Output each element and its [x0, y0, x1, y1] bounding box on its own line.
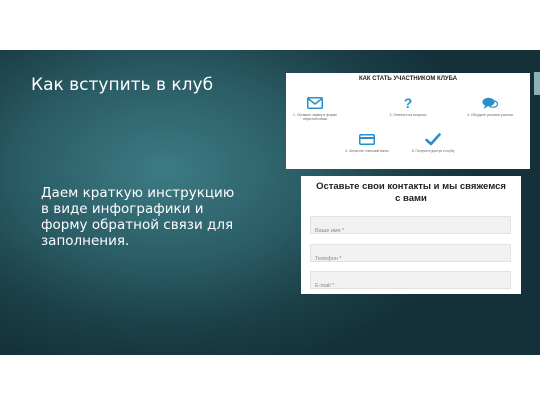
- checkmark-icon: [404, 131, 462, 147]
- name-field-wrap: [310, 216, 511, 239]
- phone-input[interactable]: [311, 251, 510, 267]
- envelope-icon: [286, 95, 344, 111]
- form-heading: Оставьте свои контакты и мы свяжемся с в…: [301, 181, 521, 205]
- email-input[interactable]: [311, 278, 510, 294]
- infographic-step-2: ? 2. Ответьте на вопросы: [379, 95, 437, 117]
- accent-bar: [534, 72, 540, 95]
- infographic-step-4: 4. Оплатите членский взнос: [338, 131, 396, 153]
- name-input[interactable]: [311, 223, 510, 239]
- infographic-step-1: 1. Оставьте заявку в форме обратной связ…: [286, 95, 344, 121]
- email-field-wrap: [310, 271, 511, 294]
- step-caption: 3. Обсудите условия участия: [467, 113, 513, 117]
- infographic-step-5: 5. Получите доступ к клубу: [404, 131, 462, 153]
- infographic-panel: КАК СТАТЬ УЧАСТНИКОМ КЛУБА 1. Оставьте з…: [286, 73, 530, 169]
- card-icon: [338, 131, 396, 147]
- infographic-step-3: 3. Обсудите условия участия: [461, 95, 519, 117]
- step-caption: 1. Оставьте заявку в форме обратной связ…: [293, 113, 337, 121]
- contact-form: Оставьте свои контакты и мы свяжемся с в…: [301, 176, 521, 294]
- chat-icon: [461, 95, 519, 111]
- form-heading-line-1: Оставьте свои контакты и мы свяжемся: [316, 181, 506, 192]
- step-caption: 2. Ответьте на вопросы: [389, 113, 427, 117]
- infographic-title: КАК СТАТЬ УЧАСТНИКОМ КЛУБА: [358, 76, 458, 82]
- slide-body-text: Даем краткую инструкцию в виде инфографи…: [41, 185, 235, 249]
- step-caption: 5. Получите доступ к клубу: [411, 149, 455, 153]
- slide-title: Как вступить в клуб: [31, 75, 214, 95]
- question-icon: ?: [403, 95, 413, 111]
- phone-field-wrap: [310, 244, 511, 267]
- step-caption: 4. Оплатите членский взнос: [344, 149, 389, 153]
- form-heading-line-2: с вами: [395, 193, 427, 204]
